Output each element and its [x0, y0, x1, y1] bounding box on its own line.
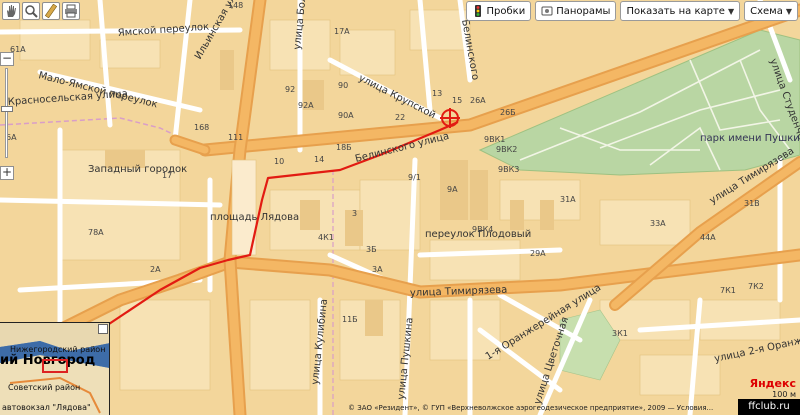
house-number: 3 — [352, 209, 357, 218]
ruler-icon — [44, 4, 58, 18]
house-number: 18Б — [336, 143, 352, 152]
panorama-toggle[interactable]: Панорамы — [535, 1, 617, 21]
zoom-area-tool-button[interactable] — [22, 2, 40, 20]
zoom-track[interactable] — [5, 68, 8, 158]
house-number: 168 — [194, 123, 209, 132]
house-number: 17 — [162, 171, 172, 180]
zoom-out-button[interactable]: − — [0, 52, 14, 66]
panorama-label: Панорамы — [556, 5, 611, 17]
house-number: 9ВК2 — [496, 145, 517, 154]
map-type-dropdown[interactable]: Схема ▼ — [744, 1, 798, 21]
overview-minimap[interactable]: Нижегородский район ий Новгород Советски… — [0, 322, 110, 415]
zoom-control: − + — [0, 52, 14, 182]
house-number: 11Б — [342, 315, 358, 324]
show-on-map-label: Показать на карте — [626, 5, 725, 17]
panorama-icon — [541, 6, 553, 16]
zoom-in-button[interactable]: + — [0, 166, 14, 180]
chevron-down-icon: ▼ — [785, 6, 792, 16]
yandex-logo: Яндекс 100 м — [750, 377, 796, 399]
street-label-zapadny: Западный городок — [88, 164, 187, 175]
house-number: 9ВК3 — [498, 165, 519, 174]
zoom-slider-handle[interactable] — [1, 105, 13, 112]
house-number: 44А — [700, 233, 716, 242]
traffic-light-icon — [474, 5, 481, 17]
house-number: 14 — [314, 155, 324, 164]
map-toolbar — [2, 2, 80, 20]
traffic-toggle[interactable]: Пробки — [465, 1, 532, 21]
house-number: 92А — [298, 101, 314, 110]
house-number: 9А — [447, 185, 458, 194]
house-number: 10 — [274, 157, 284, 166]
house-number: 7К2 — [748, 282, 764, 291]
minimap-place: автовокзал "Лядова" — [2, 403, 91, 412]
scale-bar-label: 100 м — [772, 390, 796, 399]
map-controls: Пробки Панорамы Показать на карте ▼ Схем… — [465, 1, 798, 21]
house-number: 7К1 — [720, 286, 736, 295]
house-number: 22 — [395, 113, 405, 122]
street-label-lyadova: площадь Лядова — [210, 212, 299, 223]
map-type-label: Схема — [750, 5, 783, 17]
site-watermark: ffclub.ru — [738, 399, 800, 415]
house-number: 29А — [530, 249, 546, 258]
house-number: 9ВК4 — [472, 225, 493, 234]
traffic-label: Пробки — [486, 5, 526, 17]
brand-label: Яндекс — [749, 377, 796, 390]
house-number: 90 — [338, 81, 348, 90]
house-number: 17А — [334, 27, 350, 36]
map-app: Ямской переулок Мало-Ямской переулок Кра… — [0, 0, 800, 415]
print-icon — [65, 4, 77, 18]
house-number: 3А — [372, 265, 383, 274]
house-number: 3Б — [366, 245, 377, 254]
house-number: 2А — [150, 265, 161, 274]
copyright-notice[interactable]: © ЗАО «Резидент», © ГУП «Верхневолжское … — [348, 404, 713, 412]
minimap-viewport-frame[interactable] — [42, 359, 68, 373]
house-number: 26Б — [500, 108, 516, 117]
house-number: 15 — [452, 96, 462, 105]
park-label: парк имени Пушкина — [700, 133, 800, 144]
house-number: 78А — [88, 228, 104, 237]
show-on-map-dropdown[interactable]: Показать на карте ▼ — [620, 1, 741, 21]
house-number: 9/1 — [408, 173, 421, 182]
house-number: 4К1 — [318, 233, 334, 242]
minimap-collapse-button[interactable] — [98, 324, 108, 334]
zoom-out-label: − — [1, 51, 13, 65]
chevron-down-icon: ▼ — [727, 6, 735, 16]
house-number: 148 — [228, 1, 243, 10]
house-number: 31В — [744, 199, 760, 208]
ruler-tool-button[interactable] — [42, 2, 60, 20]
house-number: 13 — [432, 89, 442, 98]
house-number: 90А — [338, 111, 354, 120]
zoom-in-label: + — [1, 165, 13, 179]
house-number: 111 — [228, 133, 243, 142]
zoom-area-icon — [25, 5, 38, 18]
house-number: 33А — [650, 219, 666, 228]
hand-tool-button[interactable] — [2, 2, 20, 20]
minimap-district-2: Советский район — [8, 383, 81, 392]
map-canvas[interactable]: Ямской переулок Мало-Ямской переулок Кра… — [0, 0, 800, 415]
print-button[interactable] — [62, 2, 80, 20]
house-number: 31А — [560, 195, 576, 204]
house-number: 92 — [285, 85, 295, 94]
house-number: 26А — [470, 96, 486, 105]
house-number: 9ВК1 — [484, 135, 505, 144]
house-number: 3К1 — [612, 329, 628, 338]
hand-icon — [7, 5, 16, 17]
